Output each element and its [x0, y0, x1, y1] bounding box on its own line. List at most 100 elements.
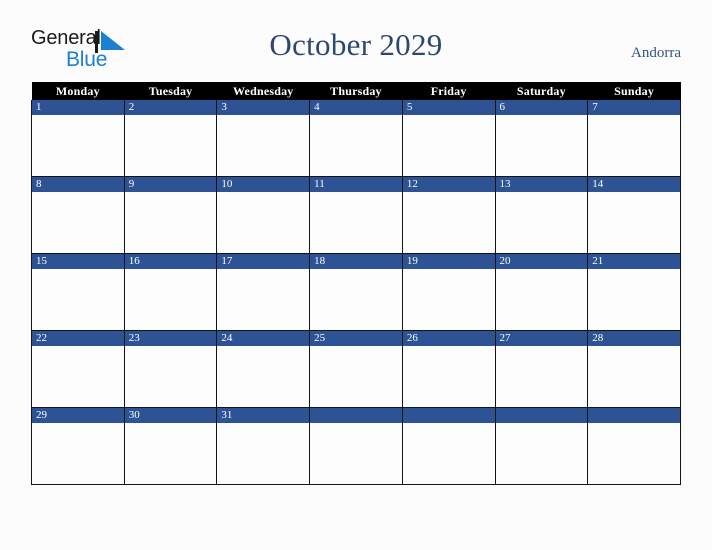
day-notes-area[interactable] [402, 192, 495, 253]
day-notes-area[interactable] [495, 115, 588, 176]
day-notes-area[interactable] [402, 115, 495, 176]
day-notes-area[interactable] [495, 192, 588, 253]
day-notes-area[interactable] [32, 115, 124, 176]
day-notes-area[interactable] [32, 423, 124, 484]
day-cell[interactable]: 23 [123, 330, 218, 408]
day-cell-empty[interactable] [309, 407, 403, 485]
day-number: 4 [310, 100, 402, 115]
day-cell[interactable]: 20 [494, 253, 589, 331]
day-cell[interactable]: 21 [587, 253, 681, 331]
country-label: Andorra [631, 45, 681, 61]
day-cell-empty[interactable] [494, 407, 589, 485]
day-cell[interactable]: 16 [123, 253, 218, 331]
day-number: 21 [588, 254, 680, 269]
weekday-header-wednesday: Wednesday [216, 82, 310, 100]
day-notes-area[interactable] [588, 423, 680, 484]
day-notes-area[interactable] [310, 346, 402, 407]
day-cell[interactable]: 14 [587, 176, 681, 254]
day-cell[interactable]: 13 [494, 176, 589, 254]
day-cell[interactable]: 30 [123, 407, 218, 485]
day-notes-area[interactable] [124, 269, 217, 330]
day-notes-area[interactable] [217, 346, 310, 407]
week-row: 22 23 24 25 26 27 28 [31, 330, 681, 408]
day-notes-area[interactable] [124, 346, 217, 407]
day-cell[interactable]: 29 [31, 407, 125, 485]
day-cell[interactable]: 5 [401, 100, 496, 177]
day-notes-area[interactable] [402, 423, 495, 484]
weekday-header-saturday: Saturday [495, 82, 588, 100]
day-cell[interactable]: 31 [216, 407, 311, 485]
day-cell[interactable]: 7 [587, 100, 681, 177]
day-cell[interactable]: 6 [494, 100, 589, 177]
day-cell[interactable]: 17 [216, 253, 311, 331]
day-notes-area[interactable] [495, 346, 588, 407]
day-notes-area[interactable] [124, 423, 217, 484]
day-cell[interactable]: 26 [401, 330, 496, 408]
day-notes-area[interactable] [495, 269, 588, 330]
day-number: 20 [495, 254, 588, 269]
day-notes-area[interactable] [217, 192, 310, 253]
day-cell-empty[interactable] [401, 407, 496, 485]
day-notes-area[interactable] [124, 192, 217, 253]
day-cell[interactable]: 15 [31, 253, 125, 331]
day-number: 8 [32, 177, 124, 192]
day-number: 6 [495, 100, 588, 115]
day-number: 26 [402, 331, 495, 346]
day-number [310, 408, 402, 423]
day-cell[interactable]: 1 [31, 100, 125, 177]
day-cell[interactable]: 10 [216, 176, 311, 254]
day-cell[interactable]: 27 [494, 330, 589, 408]
day-cell[interactable]: 18 [309, 253, 403, 331]
day-cell[interactable]: 2 [123, 100, 218, 177]
day-notes-area[interactable] [32, 346, 124, 407]
day-notes-area[interactable] [310, 423, 402, 484]
day-cell[interactable]: 22 [31, 330, 125, 408]
calendar-page: General Blue October 2029 Andorra Monday… [0, 0, 712, 550]
day-cell[interactable]: 24 [216, 330, 311, 408]
day-number: 23 [124, 331, 217, 346]
weekday-header-sunday: Sunday [587, 82, 681, 100]
day-cell-empty[interactable] [587, 407, 681, 485]
day-notes-area[interactable] [310, 269, 402, 330]
day-cell[interactable]: 12 [401, 176, 496, 254]
day-notes-area[interactable] [217, 115, 310, 176]
day-notes-area[interactable] [217, 269, 310, 330]
day-number: 25 [310, 331, 402, 346]
day-notes-area[interactable] [32, 192, 124, 253]
day-number: 12 [402, 177, 495, 192]
day-cell[interactable]: 8 [31, 176, 125, 254]
day-number: 10 [217, 177, 310, 192]
day-number: 1 [32, 100, 124, 115]
day-number [402, 408, 495, 423]
day-notes-area[interactable] [217, 423, 310, 484]
day-number: 13 [495, 177, 588, 192]
day-number: 11 [310, 177, 402, 192]
day-cell[interactable]: 28 [587, 330, 681, 408]
day-number: 24 [217, 331, 310, 346]
day-notes-area[interactable] [588, 346, 680, 407]
day-number: 30 [124, 408, 217, 423]
day-notes-area[interactable] [495, 423, 588, 484]
day-number: 31 [217, 408, 310, 423]
day-number: 19 [402, 254, 495, 269]
day-notes-area[interactable] [588, 269, 680, 330]
day-number: 18 [310, 254, 402, 269]
day-notes-area[interactable] [310, 115, 402, 176]
day-notes-area[interactable] [124, 115, 217, 176]
day-cell[interactable]: 25 [309, 330, 403, 408]
weekday-header-thursday: Thursday [309, 82, 403, 100]
day-notes-area[interactable] [32, 269, 124, 330]
day-cell[interactable]: 9 [123, 176, 218, 254]
day-cell[interactable]: 11 [309, 176, 403, 254]
day-notes-area[interactable] [402, 269, 495, 330]
day-number: 9 [124, 177, 217, 192]
day-notes-area[interactable] [310, 192, 402, 253]
day-cell[interactable]: 3 [216, 100, 311, 177]
day-cell[interactable]: 19 [401, 253, 496, 331]
day-cell[interactable]: 4 [309, 100, 403, 177]
week-row: 29 30 31 [31, 407, 681, 485]
day-notes-area[interactable] [402, 346, 495, 407]
day-notes-area[interactable] [588, 192, 680, 253]
day-number: 7 [588, 100, 680, 115]
day-notes-area[interactable] [588, 115, 680, 176]
